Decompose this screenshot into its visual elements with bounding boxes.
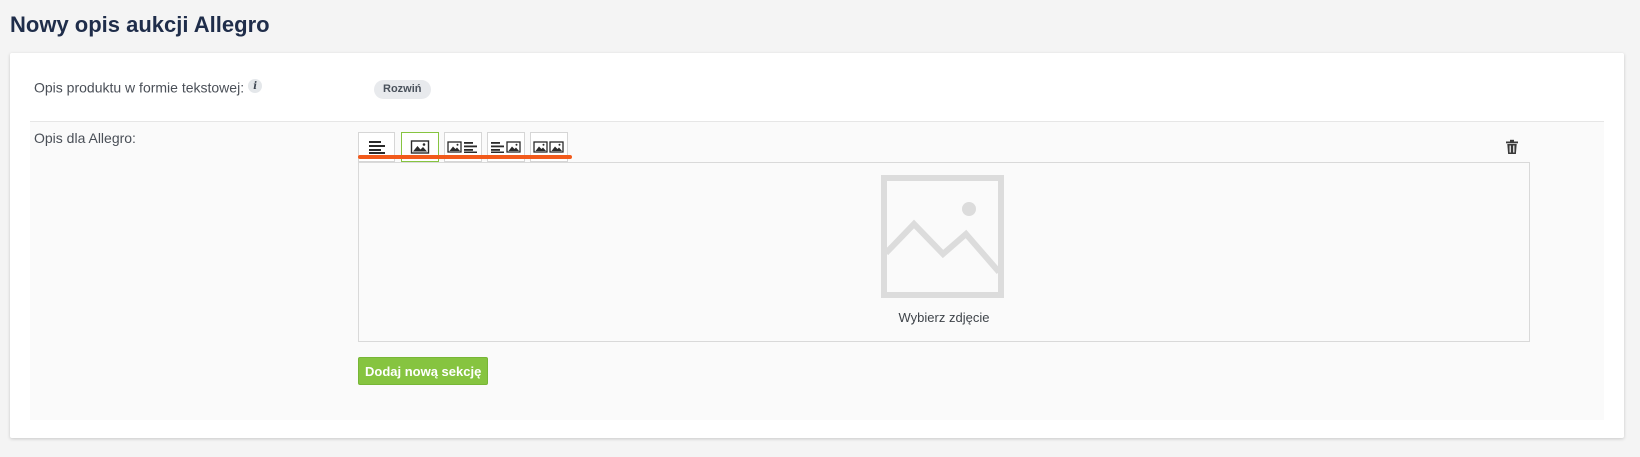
align-left-icon xyxy=(368,141,385,154)
allegro-description-label: Opis dla Allegro: xyxy=(34,130,136,146)
image-placeholder-icon xyxy=(881,175,1004,298)
add-section-button[interactable]: Dodaj nową sekcję xyxy=(358,357,489,385)
image-text-icon xyxy=(447,141,477,153)
description-card: Opis produktu w formie tekstowej: i Rozwi… xyxy=(10,53,1624,438)
info-icon[interactable]: i xyxy=(248,79,263,93)
allegro-section-panel: Opis dla Allegro: Wybierz zdjęcie Dodaj … xyxy=(30,121,1604,420)
text-image-icon xyxy=(491,141,521,153)
page: Nowy opis aukcji Allegro Opis produktu w… xyxy=(0,0,1640,457)
trash-icon xyxy=(1506,139,1518,154)
expand-button[interactable]: Rozwiń xyxy=(374,80,431,99)
image-icon xyxy=(410,140,430,154)
delete-section-button[interactable] xyxy=(1503,139,1521,157)
page-title: Nowy opis aukcji Allegro xyxy=(10,12,270,37)
layout-selector-underline xyxy=(358,155,572,159)
choose-photo-label: Wybierz zdjęcie xyxy=(898,310,990,325)
image-drop-area[interactable]: Wybierz zdjęcie xyxy=(358,162,1530,342)
two-images-icon xyxy=(533,141,564,153)
text-description-row: Opis produktu w formie tekstowej: i xyxy=(34,79,263,96)
text-description-label: Opis produktu w formie tekstowej: xyxy=(34,79,245,96)
